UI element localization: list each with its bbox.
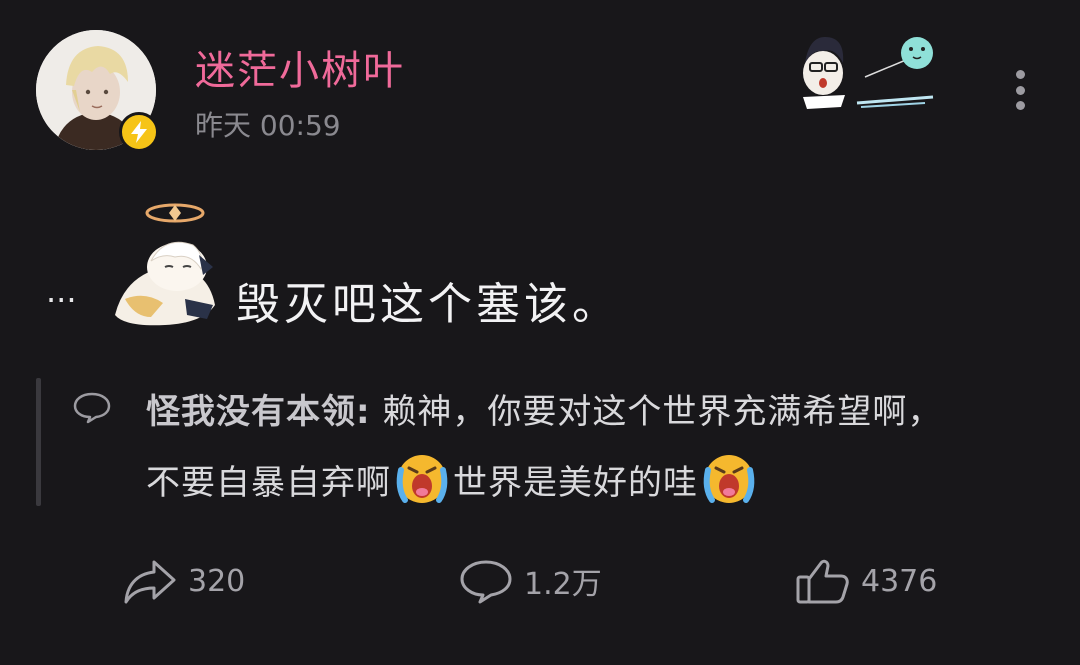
- more-options-button[interactable]: [1005, 66, 1035, 114]
- share-count: 320: [188, 563, 246, 599]
- comment-text-line1: 赖神，你要对这个世界充满希望啊，: [382, 392, 943, 432]
- thumbs-up-icon: [796, 559, 849, 604]
- like-count: 4376: [861, 563, 938, 599]
- crying-emoji-icon: [391, 448, 453, 510]
- share-button[interactable]: 320: [122, 555, 245, 607]
- comment-icon: [460, 560, 512, 604]
- post-text: 毁灭吧这个塞该。: [236, 279, 620, 330]
- author-name[interactable]: 迷茫小树叶: [195, 38, 405, 96]
- more-vertical-icon: [1015, 70, 1025, 79]
- pendant-decoration: [795, 25, 945, 115]
- comment-bubble-icon: [72, 390, 112, 426]
- post-timestamp: 昨天 00:59: [195, 109, 341, 142]
- comment-preview-line1[interactable]: 怪我没有本领: 赖神，你要对这个世界充满希望啊，: [146, 384, 942, 433]
- comment-count: 1.2万: [524, 567, 602, 602]
- comment-text-part1: 不要自暴自弃啊: [146, 462, 391, 503]
- comment-preview-divider: [36, 378, 41, 506]
- comment-text-part2: 世界是美好的哇: [453, 462, 698, 503]
- comment-button[interactable]: 1.2万: [458, 555, 602, 607]
- post-prefix: ...: [46, 272, 77, 310]
- comment-preview-line2[interactable]: 不要自暴自弃啊 世界是美好的哇: [146, 448, 760, 510]
- like-button[interactable]: 4376: [795, 555, 937, 607]
- crying-emoji-icon: [698, 448, 760, 510]
- lightning-badge-icon: [119, 112, 159, 152]
- share-icon: [124, 560, 176, 604]
- comment-author[interactable]: 怪我没有本领:: [146, 392, 371, 432]
- paimon-sticker: [95, 195, 225, 330]
